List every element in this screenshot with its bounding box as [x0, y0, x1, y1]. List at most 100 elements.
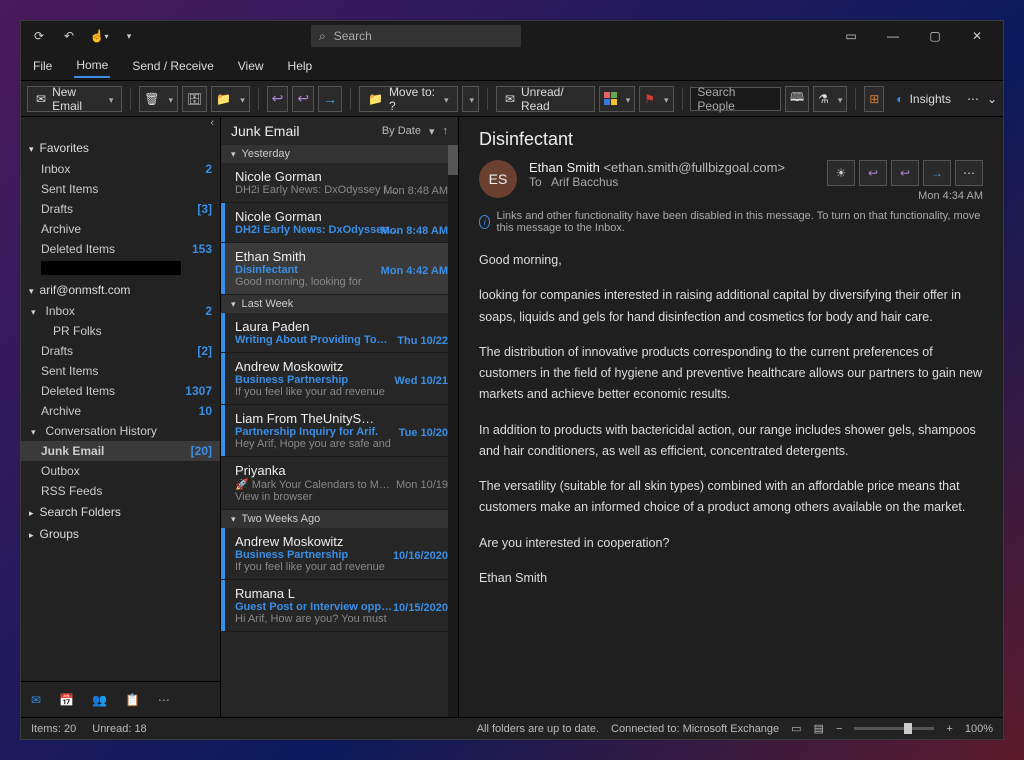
mail-item[interactable]: Andrew Moskowitz Business Partnership 10…: [221, 528, 458, 580]
reply-all-button[interactable]: ↩: [292, 86, 314, 112]
sidebar-item[interactable]: RSS Feeds: [21, 481, 220, 501]
qat-customize-icon[interactable]: ▾: [117, 24, 141, 48]
addins-button[interactable]: ⊞: [864, 86, 884, 112]
address-book-button[interactable]: 🕮: [785, 86, 809, 112]
zoom-out-icon[interactable]: −: [836, 723, 842, 735]
search-people-placeholder: Search People: [697, 85, 774, 113]
mail-item[interactable]: Ethan Smith Disinfectant Mon 4:42 AM Goo…: [221, 243, 458, 295]
menu-send-receive[interactable]: Send / Receive: [130, 55, 215, 77]
mail-item[interactable]: Liam From TheUnityS… Partnership Inquiry…: [221, 405, 458, 457]
mail-group-header[interactable]: Yesterday: [221, 145, 458, 163]
mail-date: Wed 10/21: [394, 375, 448, 387]
sort-direction-icon[interactable]: ↑: [443, 125, 449, 137]
msg-forward-button[interactable]: →: [923, 160, 951, 186]
folder-label: Outbox: [41, 464, 80, 478]
groups-section[interactable]: Groups: [21, 523, 220, 545]
people-nav-icon[interactable]: 👥: [92, 693, 107, 707]
sidebar-item[interactable]: Archive10: [21, 401, 220, 421]
global-search[interactable]: ⌕ Search: [311, 25, 521, 47]
sidebar-collapse-icon[interactable]: ‹: [21, 117, 220, 137]
menu-home[interactable]: Home: [74, 54, 110, 78]
menu-file[interactable]: File: [31, 55, 54, 77]
mail-item[interactable]: Nicole Gorman DH2i Early News: DxOdyssey…: [221, 163, 458, 203]
move-button[interactable]: 📁: [211, 86, 249, 112]
sidebar-item[interactable]: Archive: [21, 219, 220, 239]
delete-button[interactable]: 🗑: [139, 86, 178, 112]
msg-reply-button[interactable]: ↩: [859, 160, 887, 186]
touch-mode-icon[interactable]: ☝▾: [87, 24, 111, 48]
sync-icon[interactable]: ⟳: [27, 24, 51, 48]
sidebar-item[interactable]: Inbox2: [21, 159, 220, 179]
forward-button[interactable]: →: [318, 86, 342, 112]
chevron-down-icon: [106, 92, 114, 106]
body-paragraph: Ethan Smith: [479, 568, 983, 589]
more-button[interactable]: ⋯: [963, 86, 983, 112]
reply-all-icon: ↩: [297, 90, 309, 107]
insights-icon: ◐: [896, 92, 903, 106]
zoom-thumb[interactable]: [904, 723, 912, 734]
sidebar-item[interactable]: Sent Items: [21, 179, 220, 199]
sidebar-item[interactable]: ▾Inbox2: [21, 301, 220, 321]
sort-control[interactable]: By Date ▾ ↑: [382, 125, 448, 138]
sidebar-item[interactable]: Sent Items: [21, 361, 220, 381]
view-reading-icon[interactable]: ▤: [814, 722, 824, 735]
ribbon-display-icon[interactable]: ▭: [831, 22, 871, 50]
mail-item[interactable]: Priyanka 🚀 Mark Your Calendars to M… Mon…: [221, 457, 458, 510]
mail-item[interactable]: Rumana L Guest Post or Interview opp… 10…: [221, 580, 458, 632]
mail-item[interactable]: Andrew Moskowitz Business Partnership We…: [221, 353, 458, 405]
scrollbar-thumb[interactable]: [448, 145, 458, 175]
sidebar-item[interactable]: Deleted Items1307: [21, 381, 220, 401]
menu-help[interactable]: Help: [286, 55, 315, 77]
chevron-right-icon: [29, 505, 36, 519]
search-folders-section[interactable]: Search Folders: [21, 501, 220, 523]
message-body: Good morning,looking for companies inter…: [479, 250, 983, 603]
search-people-input[interactable]: Search People: [690, 87, 781, 111]
ribbon-collapse-icon[interactable]: ⌄: [987, 92, 997, 106]
view-normal-icon[interactable]: ▭: [791, 722, 801, 735]
zoom-in-icon[interactable]: +: [946, 723, 952, 735]
maximize-button[interactable]: ▢: [915, 22, 955, 50]
zoom-slider[interactable]: [854, 727, 934, 730]
categorize-button[interactable]: [599, 86, 636, 112]
reply-button[interactable]: ↩: [267, 86, 289, 112]
sidebar-item[interactable]: Junk Email[20]: [21, 441, 220, 461]
account-section[interactable]: arif@onmsft.com: [21, 279, 220, 301]
message-list-scrollbar[interactable]: [448, 145, 458, 717]
unread-read-button[interactable]: ✉ Unread/ Read: [496, 86, 595, 112]
favorites-section[interactable]: Favorites: [21, 137, 220, 159]
more-nav-icon[interactable]: ⋯: [158, 693, 170, 707]
to-name: Arif Bacchus: [551, 175, 618, 189]
grid-icon: ⊞: [869, 92, 879, 106]
sidebar-item[interactable]: Drafts[2]: [21, 341, 220, 361]
mail-item[interactable]: Laura Paden Writing About Providing To… …: [221, 313, 458, 353]
sidebar-item[interactable]: Deleted Items153: [21, 239, 220, 259]
minimize-button[interactable]: —: [873, 22, 913, 50]
mail-nav-icon[interactable]: ✉: [31, 693, 41, 707]
sidebar-subitem[interactable]: PR Folks: [21, 321, 220, 341]
msg-reply-all-button[interactable]: ↩: [891, 160, 919, 186]
mail-item[interactable]: Nicole Gorman DH2i Early News: DxOdyssee…: [221, 203, 458, 243]
move-to-button[interactable]: 📁 Move to: ?: [359, 86, 458, 112]
sidebar-item[interactable]: Drafts[3]: [21, 199, 220, 219]
flag-button[interactable]: ⚑: [639, 86, 673, 112]
sidebar-item[interactable]: ▾Conversation History: [21, 421, 220, 441]
insights-button[interactable]: ◐ Insights: [888, 86, 959, 112]
mail-group-header[interactable]: Two Weeks Ago: [221, 510, 458, 528]
chevron-right-icon: [29, 527, 36, 541]
archive-button[interactable]: 🗄: [182, 86, 207, 112]
calendar-nav-icon[interactable]: 📅: [59, 693, 74, 707]
sun-toggle-button[interactable]: ☀: [827, 160, 855, 186]
mail-group-header[interactable]: Last Week: [221, 295, 458, 313]
close-button[interactable]: ✕: [957, 22, 997, 50]
mail-from: Nicole Gorman: [235, 209, 448, 224]
menu-view[interactable]: View: [236, 55, 266, 77]
filter-button[interactable]: ⚗: [813, 86, 847, 112]
new-email-button[interactable]: ✉ New Email: [27, 86, 122, 112]
forward-icon: →: [323, 91, 337, 107]
tasks-nav-icon[interactable]: 📋: [125, 693, 140, 707]
undo-qat-icon[interactable]: ↶: [57, 24, 81, 48]
sidebar-item[interactable]: Outbox: [21, 461, 220, 481]
quicksteps-more[interactable]: [462, 86, 480, 112]
msg-more-button[interactable]: ⋯: [955, 160, 983, 186]
folder-label: Inbox: [41, 162, 70, 176]
